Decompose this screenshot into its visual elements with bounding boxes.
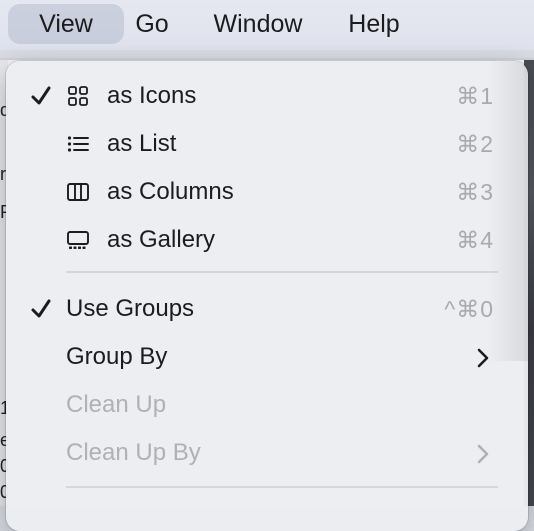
menubar-help[interactable]: Help	[338, 4, 410, 44]
menu-item-as-icons[interactable]: as Icons ⌘1	[6, 73, 528, 119]
menu-item-as-list[interactable]: as List ⌘2	[6, 121, 528, 167]
menu-item-label: as List	[107, 130, 177, 157]
columns-icon	[67, 183, 89, 201]
menu-item-group-by[interactable]: Group By	[6, 334, 528, 380]
menu-separator	[66, 486, 498, 488]
menu-item-shortcut: ⌘3	[456, 179, 494, 205]
view-menu: as Icons ⌘1 as List ⌘2 as Columns ⌘3 as …	[6, 61, 528, 531]
menu-item-shortcut: ⌘4	[456, 227, 494, 253]
grid-icon	[68, 86, 88, 106]
checkmark-icon	[31, 86, 51, 105]
menu-item-label: as Columns	[107, 178, 234, 205]
menu-item-shortcut: ⌘2	[456, 131, 494, 157]
list-icon	[67, 136, 89, 152]
menu-item-as-gallery[interactable]: as Gallery ⌘4	[6, 217, 528, 263]
menubar-view[interactable]: View	[8, 4, 124, 44]
menubar-go[interactable]: Go	[130, 4, 174, 44]
menu-item-clean-up: Clean Up	[6, 382, 528, 428]
gallery-icon	[67, 231, 89, 249]
menu-item-label: as Gallery	[107, 226, 216, 253]
menu-item-use-groups[interactable]: Use Groups ^⌘0	[6, 286, 528, 332]
menu-item-label: Clean Up	[66, 391, 167, 418]
menu-item-label: as Icons	[107, 82, 197, 109]
menu-item-label: Clean Up By	[66, 439, 201, 466]
menu-separator	[66, 271, 498, 273]
menu-item-clean-up-by: Clean Up By	[6, 430, 528, 476]
chevron-right-icon	[477, 348, 489, 368]
menu-item-label: Group By	[66, 343, 168, 370]
checkmark-icon	[31, 299, 51, 318]
menu-bar: View Go Window Help	[0, 0, 534, 50]
menu-item-as-columns[interactable]: as Columns ⌘3	[6, 169, 528, 215]
menu-item-shortcut: ⌘1	[456, 83, 494, 109]
menu-item-shortcut: ^⌘0	[444, 296, 494, 322]
menu-item-label: Use Groups	[66, 295, 195, 322]
menubar-window[interactable]: Window	[200, 4, 316, 44]
chevron-right-icon	[477, 444, 489, 464]
